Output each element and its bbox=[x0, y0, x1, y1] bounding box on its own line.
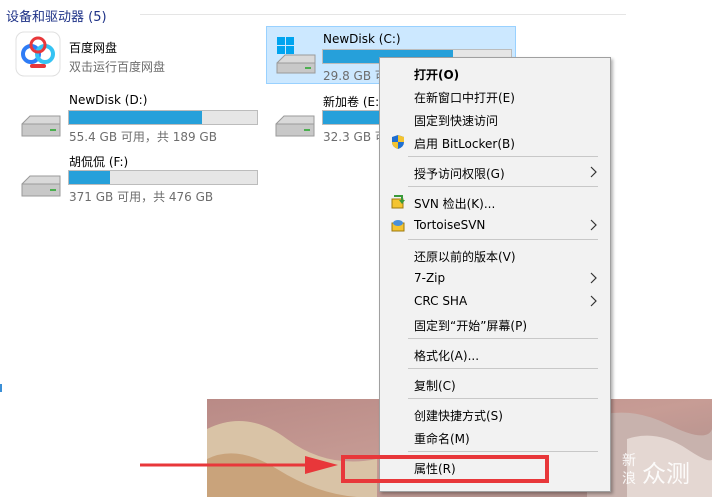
menu-item-label: 授予访问权限(G) bbox=[414, 167, 505, 181]
menu-item-label: 格式化(A)... bbox=[414, 349, 480, 363]
item-name: 百度网盘 bbox=[69, 41, 118, 55]
menu-item-7zip[interactable]: 7-Zip bbox=[380, 267, 610, 290]
drive-name: NewDisk (D:) bbox=[69, 93, 148, 107]
menu-item-label: 创建快捷方式(S) bbox=[414, 409, 503, 423]
drive-name: 新加卷 (E:) bbox=[323, 95, 384, 109]
windows-drive-icon bbox=[276, 37, 316, 74]
menu-item-label: TortoiseSVN bbox=[414, 218, 486, 232]
menu-item-label: 启用 BitLocker(B) bbox=[414, 137, 515, 151]
menu-item-copy[interactable]: 复制(C) bbox=[380, 373, 610, 396]
menu-separator bbox=[408, 451, 598, 452]
drive-f[interactable]: 胡侃侃 (F:) 371 GB 可用，共 476 GB bbox=[14, 150, 264, 206]
menu-item-restore-previous[interactable]: 还原以前的版本(V) bbox=[380, 244, 610, 267]
menu-item-label: 7-Zip bbox=[414, 271, 446, 285]
menu-item-grant-access[interactable]: 授予访问权限(G) bbox=[380, 161, 610, 184]
svn-checkout-icon bbox=[391, 195, 405, 209]
menu-item-open-new-window[interactable]: 在新窗口中打开(E) bbox=[380, 85, 610, 108]
drive-space: 371 GB 可用，共 476 GB bbox=[69, 190, 214, 204]
menu-item-create-shortcut[interactable]: 创建快捷方式(S) bbox=[380, 403, 610, 426]
menu-separator bbox=[408, 398, 598, 399]
sina-watermark: 新 浪 众测 bbox=[620, 450, 708, 490]
group-divider bbox=[140, 14, 626, 15]
item-baidu-netdisk[interactable]: 百度网盘 双击运行百度网盘 bbox=[14, 30, 254, 82]
menu-item-format[interactable]: 格式化(A)... bbox=[380, 343, 610, 366]
menu-separator bbox=[408, 156, 598, 157]
menu-separator bbox=[408, 338, 598, 339]
drive-space: 55.4 GB 可用，共 189 GB bbox=[69, 130, 217, 144]
menu-separator bbox=[408, 186, 598, 187]
menu-item-open[interactable]: 打开(O) bbox=[380, 62, 610, 85]
menu-separator bbox=[408, 368, 598, 369]
watermark-char: 新 bbox=[622, 453, 636, 469]
menu-item-label: 还原以前的版本(V) bbox=[414, 250, 516, 264]
menu-item-label: 打开(O) bbox=[414, 68, 460, 82]
baidu-netdisk-icon bbox=[15, 31, 61, 77]
chevron-right-icon bbox=[590, 219, 597, 231]
menu-item-label: CRC SHA bbox=[414, 294, 468, 308]
menu-item-crc-sha[interactable]: CRC SHA bbox=[380, 290, 610, 313]
chevron-right-icon bbox=[590, 295, 597, 307]
drive-usage-bar bbox=[68, 110, 258, 125]
menu-item-label: SVN 检出(K)... bbox=[414, 197, 496, 211]
menu-item-tortoisesvn[interactable]: TortoiseSVN bbox=[380, 214, 610, 237]
drive-name: 胡侃侃 (F:) bbox=[69, 155, 129, 169]
menu-item-pin-start[interactable]: 固定到“开始”屏幕(P) bbox=[380, 313, 610, 336]
chevron-right-icon bbox=[590, 272, 597, 284]
drive-icon bbox=[21, 175, 61, 197]
menu-item-label: 重命名(M) bbox=[414, 432, 470, 446]
context-menu: 打开(O) 在新窗口中打开(E) 固定到快速访问 启用 BitLocker(B)… bbox=[379, 57, 611, 492]
menu-item-bitlocker[interactable]: 启用 BitLocker(B) bbox=[380, 131, 610, 154]
drive-usage-fill bbox=[69, 111, 203, 124]
menu-item-rename[interactable]: 重命名(M) bbox=[380, 426, 610, 449]
annotation-arrow bbox=[140, 456, 338, 474]
item-description: 双击运行百度网盘 bbox=[69, 60, 166, 74]
menu-item-label: 固定到快速访问 bbox=[414, 114, 499, 128]
menu-item-label: 固定到“开始”屏幕(P) bbox=[414, 319, 528, 333]
menu-item-svn-checkout[interactable]: SVN 检出(K)... bbox=[380, 191, 610, 214]
drive-usage-fill bbox=[69, 171, 111, 184]
drive-usage-bar bbox=[68, 170, 258, 185]
drive-icon bbox=[275, 115, 315, 137]
tortoisesvn-icon bbox=[391, 220, 405, 232]
group-header-devices-drives[interactable]: 设备和驱动器 (5) bbox=[6, 6, 107, 25]
menu-item-label: 在新窗口中打开(E) bbox=[414, 91, 515, 105]
drive-name: NewDisk (C:) bbox=[323, 32, 401, 46]
menu-separator bbox=[408, 239, 598, 240]
drive-icon bbox=[21, 115, 61, 137]
scroll-marker bbox=[0, 384, 2, 392]
drive-d[interactable]: NewDisk (D:) 55.4 GB 可用，共 189 GB bbox=[14, 90, 264, 146]
menu-item-pin-quick-access[interactable]: 固定到快速访问 bbox=[380, 108, 610, 131]
highlight-box bbox=[341, 455, 549, 483]
menu-item-label: 复制(C) bbox=[414, 379, 456, 393]
shield-icon bbox=[392, 135, 404, 149]
chevron-right-icon bbox=[590, 166, 597, 178]
watermark-text: 众测 bbox=[642, 460, 690, 488]
watermark-char: 浪 bbox=[622, 471, 636, 487]
